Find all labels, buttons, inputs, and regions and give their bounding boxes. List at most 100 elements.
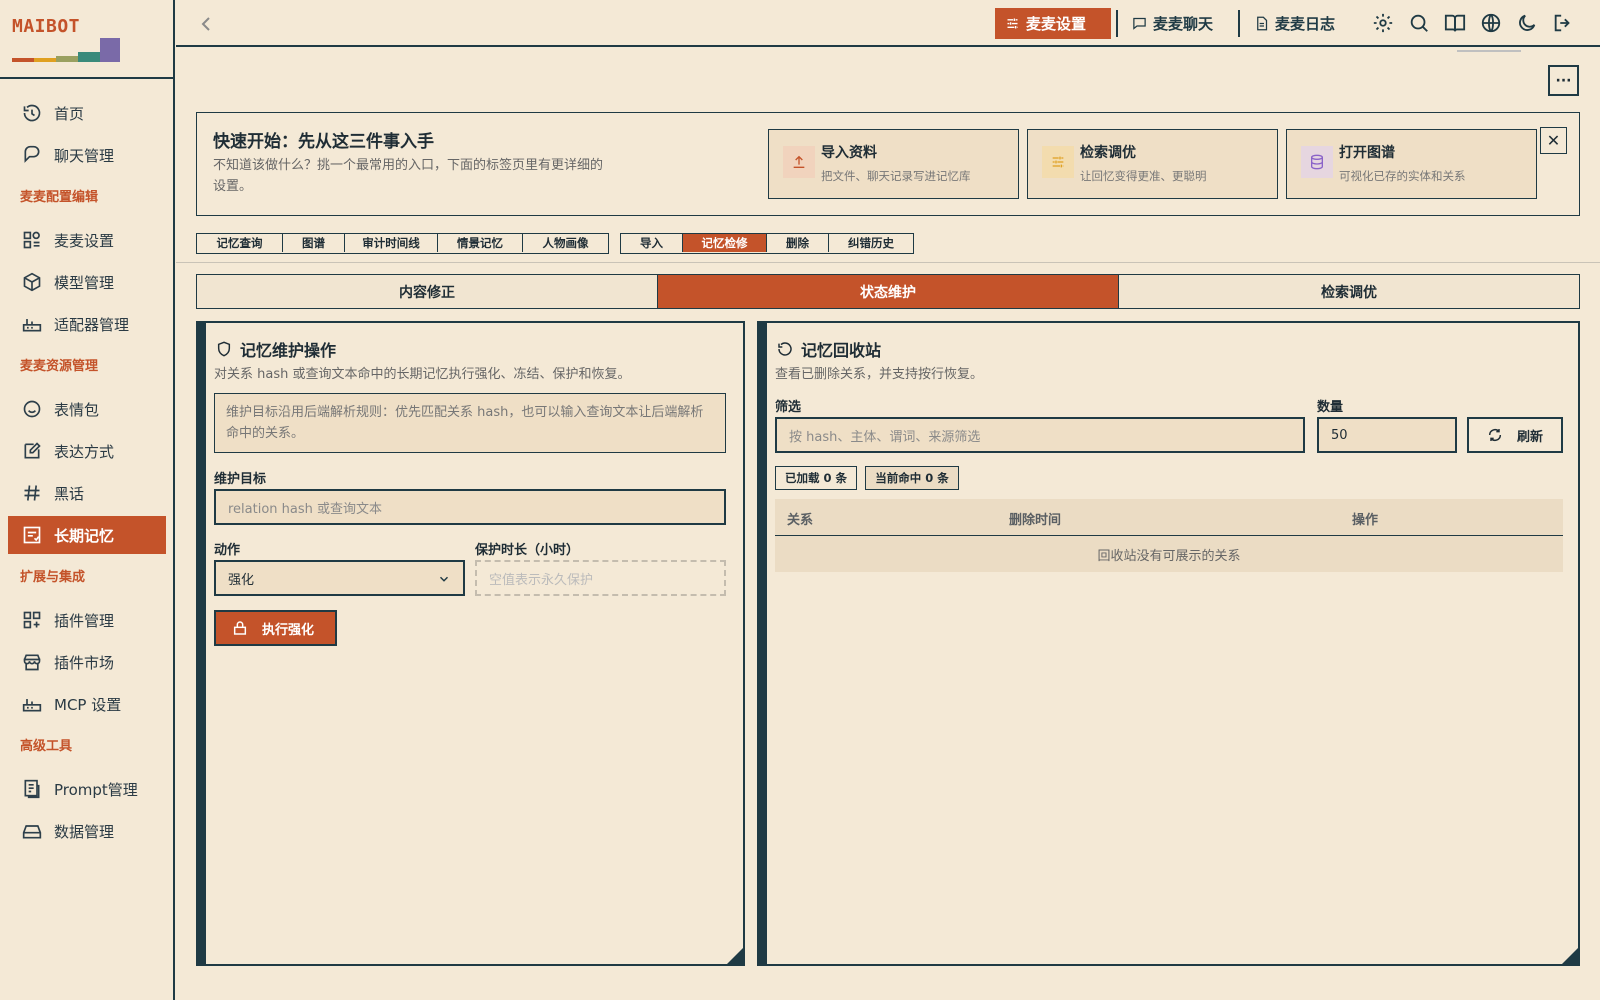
loaded-count-badge: 已加载 0 条 bbox=[775, 466, 857, 490]
sidebar-item-slang[interactable]: 黑话 bbox=[8, 474, 166, 512]
maintenance-panel: 记忆维护操作 对关系 hash 或查询文本命中的长期记忆执行强化、冻结、保护和恢… bbox=[196, 321, 745, 966]
tab-persona-profile[interactable]: 人物画像 bbox=[523, 234, 608, 252]
count-input[interactable]: 50 bbox=[1317, 417, 1457, 453]
search-icon[interactable] bbox=[1408, 12, 1430, 34]
refresh-icon bbox=[1487, 427, 1503, 443]
duration-label: 保护时长（小时） bbox=[475, 543, 580, 558]
count-label: 数量 bbox=[1317, 400, 1344, 415]
sidebar-item-adapters[interactable]: 适配器管理 bbox=[8, 305, 166, 343]
moon-icon[interactable] bbox=[1516, 12, 1538, 34]
app-logo[interactable]: MAIBOT bbox=[12, 16, 162, 66]
column-header: 关系 bbox=[787, 513, 814, 528]
back-button[interactable] bbox=[194, 12, 218, 36]
maintenance-note: 维护目标沿用后端解析规则：优先匹配关系 hash，也可以输入查询文本让后端解析命… bbox=[214, 393, 726, 453]
router-icon bbox=[22, 314, 42, 334]
more-options-button[interactable]: ··· bbox=[1548, 65, 1579, 96]
sidebar-item-label: 适配器管理 bbox=[54, 315, 130, 334]
sidebar-item-label: 麦麦设置 bbox=[54, 231, 115, 250]
filter-label: 筛选 bbox=[775, 400, 802, 415]
panel-subtitle: 对关系 hash 或查询文本命中的长期记忆执行强化、冻结、保护和恢复。 bbox=[214, 367, 631, 382]
database-icon bbox=[1301, 146, 1333, 178]
tab-graph[interactable]: 图谱 bbox=[283, 234, 345, 252]
shield-icon bbox=[216, 341, 232, 357]
action-select[interactable]: 强化 bbox=[214, 560, 465, 596]
logout-icon[interactable] bbox=[1552, 12, 1574, 34]
memory-tabs-secondary: 导入 记忆检修 删除 纠错历史 bbox=[620, 233, 914, 254]
panel-subtitle: 查看已删除关系，并支持按行恢复。 bbox=[775, 367, 984, 382]
sidebar-item-plugins[interactable]: 插件管理 bbox=[8, 601, 166, 639]
tab-import[interactable]: 导入 bbox=[621, 234, 683, 252]
sidebar-item-label: 插件管理 bbox=[54, 611, 115, 630]
chevron-down-icon bbox=[437, 572, 451, 586]
refresh-button[interactable]: 刷新 bbox=[1467, 417, 1563, 453]
top-tab-bot-logs[interactable]: 麦麦日志 bbox=[1244, 8, 1345, 39]
sliders-icon bbox=[1007, 18, 1018, 29]
top-bar: 麦麦设置 麦麦聊天 麦麦日志 bbox=[176, 0, 1600, 47]
quick-card-title: 检索调优 bbox=[1080, 145, 1136, 161]
book-icon[interactable] bbox=[1444, 12, 1466, 34]
top-tab-bot-chat[interactable]: 麦麦聊天 bbox=[1122, 8, 1223, 39]
sidebar: MAIBOT 首页 聊天管理 麦麦配置编辑 麦麦设置 模型管理 适配器管理 麦麦… bbox=[0, 0, 175, 1000]
tab-episodic-memory[interactable]: 情景记忆 bbox=[438, 234, 523, 252]
sidebar-item-bot-settings[interactable]: 麦麦设置 bbox=[8, 221, 166, 259]
memory-tabs-primary: 记忆查询 图谱 审计时间线 情景记忆 人物画像 bbox=[196, 233, 609, 254]
sidebar-item-label: 数据管理 bbox=[54, 822, 115, 841]
sidebar-item-stickers[interactable]: 表情包 bbox=[8, 390, 166, 428]
quick-card-desc: 可视化已存的实体和关系 bbox=[1339, 169, 1466, 183]
tab-audit-timeline[interactable]: 审计时间线 bbox=[345, 234, 438, 252]
divider bbox=[176, 262, 1600, 263]
column-header: 操作 bbox=[1352, 513, 1379, 528]
sidebar-item-home[interactable]: 首页 bbox=[8, 94, 166, 132]
target-input[interactable]: relation hash 或查询文本 bbox=[214, 489, 726, 525]
execute-strengthen-button[interactable]: 执行强化 bbox=[214, 610, 337, 646]
maintenance-header: 记忆维护操作 bbox=[216, 337, 336, 361]
action-label: 动作 bbox=[214, 543, 241, 558]
duration-input[interactable]: 空值表示永久保护 bbox=[475, 560, 726, 596]
tab-content-correction[interactable]: 内容修正 bbox=[197, 275, 658, 308]
top-tab-bot-settings[interactable]: 麦麦设置 bbox=[995, 8, 1111, 39]
nav-group-config: 麦麦配置编辑 bbox=[20, 190, 99, 205]
tab-retrieval-tuning[interactable]: 检索调优 bbox=[1119, 275, 1579, 308]
memory-icon bbox=[22, 525, 42, 545]
tab-correction-history[interactable]: 纠错历史 bbox=[829, 234, 913, 252]
sidebar-item-label: 聊天管理 bbox=[54, 146, 115, 165]
filter-input[interactable]: 按 hash、主体、谓词、来源筛选 bbox=[775, 417, 1305, 453]
sidebar-divider bbox=[0, 77, 175, 79]
sidebar-item-models[interactable]: 模型管理 bbox=[8, 263, 166, 301]
tab-state-maintenance[interactable]: 状态维护 bbox=[658, 275, 1119, 308]
globe-icon[interactable] bbox=[1480, 12, 1502, 34]
sidebar-item-plugin-market[interactable]: 插件市场 bbox=[8, 643, 166, 681]
sidebar-item-label: 表达方式 bbox=[54, 442, 115, 461]
button-label: 刷新 bbox=[1516, 429, 1543, 445]
sidebar-item-chat[interactable]: 聊天管理 bbox=[8, 136, 166, 174]
panel-corner bbox=[1560, 946, 1580, 966]
smiley-icon bbox=[22, 399, 42, 419]
tab-memory-repair[interactable]: 记忆检修 bbox=[683, 234, 767, 252]
sidebar-item-prompt[interactable]: Prompt管理 bbox=[8, 770, 166, 808]
quick-card-desc: 把文件、聊天记录写进记忆库 bbox=[821, 169, 971, 183]
quick-card-import[interactable]: 导入资料 把文件、聊天记录写进记忆库 bbox=[768, 129, 1019, 199]
store-icon bbox=[22, 652, 42, 672]
close-icon[interactable]: ✕ bbox=[1540, 127, 1567, 154]
sidebar-item-mcp-settings[interactable]: MCP 设置 bbox=[8, 685, 166, 723]
tab-delete[interactable]: 删除 bbox=[767, 234, 829, 252]
tab-memory-query[interactable]: 记忆查询 bbox=[197, 234, 283, 252]
quick-card-open-graph[interactable]: 打开图谱 可视化已存的实体和关系 bbox=[1286, 129, 1537, 199]
sidebar-item-data[interactable]: 数据管理 bbox=[8, 812, 166, 850]
logo-text: MAIBOT bbox=[12, 16, 81, 37]
table-header: 关系 删除时间 操作 bbox=[775, 499, 1563, 536]
quick-card-retrieval-tuning[interactable]: 检索调优 让回忆变得更准、更聪明 bbox=[1027, 129, 1278, 199]
sidebar-item-label: 模型管理 bbox=[54, 273, 115, 292]
sidebar-item-expressions[interactable]: 表达方式 bbox=[8, 432, 166, 470]
gear-icon[interactable] bbox=[1372, 12, 1394, 34]
sidebar-item-long-term-memory[interactable]: 长期记忆 bbox=[8, 516, 166, 554]
nav-group-extensions: 扩展与集成 bbox=[20, 570, 86, 585]
top-tab-label: 麦麦聊天 bbox=[1153, 15, 1214, 33]
nav-group-advanced: 高级工具 bbox=[20, 739, 73, 754]
lock-icon bbox=[232, 620, 248, 636]
panel-title: 记忆回收站 bbox=[801, 341, 882, 360]
column-header: 删除时间 bbox=[1009, 513, 1062, 528]
hash-icon bbox=[22, 483, 42, 503]
upload-icon bbox=[783, 146, 815, 178]
top-tab-label: 麦麦日志 bbox=[1275, 15, 1336, 33]
